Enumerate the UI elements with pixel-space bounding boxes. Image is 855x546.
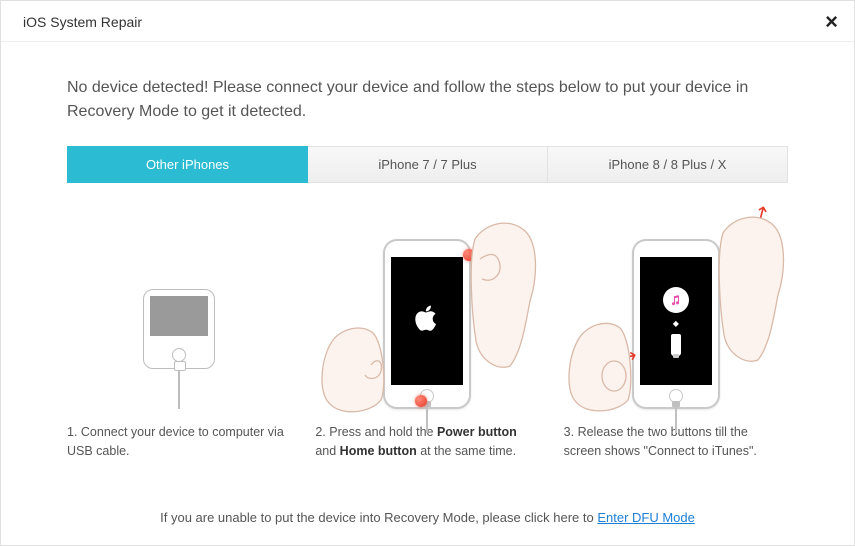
step-1-text: Connect your device to computer via USB … [67,425,284,458]
step-1-number: 1. [67,425,81,439]
step-2-text-a: Press and hold the [329,425,437,439]
power-button-highlight-icon [463,249,475,261]
step-2-text-b: and [315,444,339,458]
enter-dfu-mode-link[interactable]: Enter DFU Mode [597,510,695,525]
step-2: 2. Press and hold the Power button and H… [315,199,539,492]
step-3-text: Release the two buttons till the screen … [564,425,757,458]
step-3-illustration: ◆ ↗ ↗ [564,199,788,409]
hand-right-icon [718,215,788,365]
steps-row: 1. Connect your device to computer via U… [67,199,788,492]
step-1-illustration [67,199,291,409]
step-1: 1. Connect your device to computer via U… [67,199,291,492]
hand-right-icon [470,221,540,371]
step-3-number: 3. [564,425,578,439]
footer-text: If you are unable to put the device into… [160,510,597,525]
step-2-number: 2. [315,425,329,439]
device-tabs: Other iPhones iPhone 7 / 7 Plus iPhone 8… [67,146,788,183]
app-title: iOS System Repair [23,14,142,30]
usb-cable-icon [675,407,677,433]
usb-cable-icon [426,407,428,433]
tab-iphone-7[interactable]: iPhone 7 / 7 Plus [308,146,548,183]
footer-hint: If you are unable to put the device into… [67,492,788,525]
lightning-connector-icon [671,334,681,356]
diamond-icon: ◆ [673,319,679,328]
tab-other-iphones[interactable]: Other iPhones [67,146,308,183]
phone-outline-icon [143,289,215,369]
step-1-caption: 1. Connect your device to computer via U… [67,423,291,461]
apple-logo-icon [414,303,440,340]
hand-left-icon [321,325,386,415]
tab-iphone-8-x[interactable]: iPhone 8 / 8 Plus / X [548,146,788,183]
step-2-bold-power: Power button [437,425,517,439]
content-area: No device detected! Please connect your … [1,42,854,545]
close-icon[interactable]: × [825,11,838,33]
titlebar: iOS System Repair × [1,1,854,42]
step-2-text-c: at the same time. [417,444,516,458]
usb-cable-icon [178,369,180,409]
phone-apple-logo-icon [383,239,471,409]
app-window: iOS System Repair × No device detected! … [0,0,855,546]
release-arrow-up-icon: ↗ [748,198,775,228]
instruction-message: No device detected! Please connect your … [67,76,788,124]
step-2-illustration [315,199,539,409]
step-2-bold-home: Home button [340,444,417,458]
itunes-logo-icon [663,287,689,313]
step-3: ◆ ↗ ↗ [564,199,788,492]
phone-itunes-icon: ◆ [632,239,720,409]
